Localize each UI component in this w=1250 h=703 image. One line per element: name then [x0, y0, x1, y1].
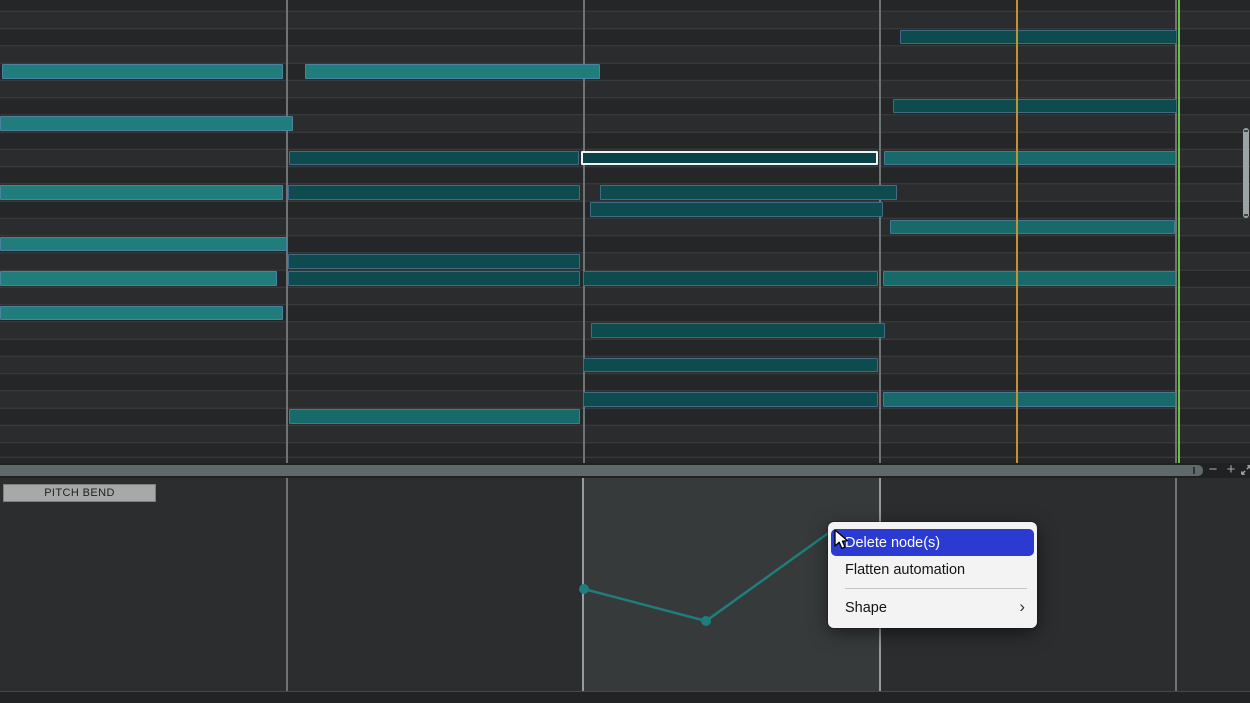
midi-note[interactable]: [288, 254, 580, 269]
horizontal-scrollbar[interactable]: [0, 465, 1203, 476]
beat-grid-line: [286, 0, 288, 463]
bottom-strip: [0, 691, 1250, 703]
midi-note[interactable]: [583, 392, 878, 407]
vertical-scrollbar-thumb[interactable]: [1243, 128, 1249, 218]
zoom-out-button[interactable]: −: [1205, 462, 1221, 478]
midi-note[interactable]: [0, 185, 283, 200]
submenu-chevron-icon: ›: [1019, 598, 1025, 615]
automation-node[interactable]: [579, 584, 589, 594]
midi-note[interactable]: [2, 64, 283, 79]
context-menu: Delete node(s) Flatten automation Shape ›: [828, 522, 1037, 628]
midi-note[interactable]: [883, 271, 1176, 286]
automation-line[interactable]: [584, 529, 834, 621]
menu-item-label: Flatten automation: [845, 562, 965, 578]
menu-item-label: Delete node(s): [845, 535, 940, 551]
midi-note[interactable]: [0, 306, 283, 321]
midi-note[interactable]: [0, 116, 293, 131]
midi-note[interactable]: [583, 358, 878, 373]
midi-note[interactable]: [0, 237, 287, 252]
pitch-bend-lane-button[interactable]: PITCH BEND: [3, 484, 156, 502]
midi-note[interactable]: [0, 271, 277, 286]
pitch-bend-curve[interactable]: [0, 478, 1250, 691]
automation-node[interactable]: [701, 616, 711, 626]
midi-note[interactable]: [590, 202, 883, 217]
midi-editor-window: − + PITCH BEND Delete node(s) Flatten aut…: [0, 0, 1250, 703]
menu-item-flatten-automation[interactable]: Flatten automation: [828, 556, 1037, 583]
midi-note[interactable]: [883, 392, 1176, 407]
midi-note[interactable]: [583, 271, 878, 286]
midi-note[interactable]: [289, 151, 579, 166]
end-marker-line[interactable]: [1178, 0, 1180, 463]
playhead-line[interactable]: [1016, 0, 1018, 463]
menu-item-label: Shape: [845, 600, 887, 616]
zoom-in-button[interactable]: +: [1223, 462, 1239, 478]
automation-lane[interactable]: PITCH BEND: [0, 478, 1250, 691]
expand-icon[interactable]: [1240, 464, 1250, 476]
timeline-scrollbar-area: − +: [0, 463, 1250, 478]
midi-note[interactable]: [288, 271, 580, 286]
midi-note[interactable]: [900, 30, 1177, 45]
thumb-grip-mark: [1244, 130, 1248, 132]
scrollbar-grip: [1193, 467, 1196, 474]
beat-grid-line: [879, 0, 881, 463]
midi-note[interactable]: [893, 99, 1177, 114]
menu-separator: [845, 588, 1027, 589]
midi-note[interactable]: [884, 151, 1176, 166]
thumb-grip-mark: [1244, 214, 1248, 216]
mouse-cursor: [831, 528, 853, 552]
menu-item-delete-nodes[interactable]: Delete node(s): [831, 529, 1034, 556]
midi-note[interactable]: [305, 64, 600, 79]
midi-note[interactable]: [600, 185, 897, 200]
piano-roll-grid[interactable]: [0, 0, 1250, 463]
midi-note[interactable]: [591, 323, 885, 338]
midi-note[interactable]: [890, 220, 1175, 235]
midi-note[interactable]: [289, 409, 580, 424]
midi-note[interactable]: [288, 185, 580, 200]
midi-note-selected[interactable]: [581, 151, 878, 166]
menu-item-shape[interactable]: Shape ›: [828, 594, 1037, 621]
